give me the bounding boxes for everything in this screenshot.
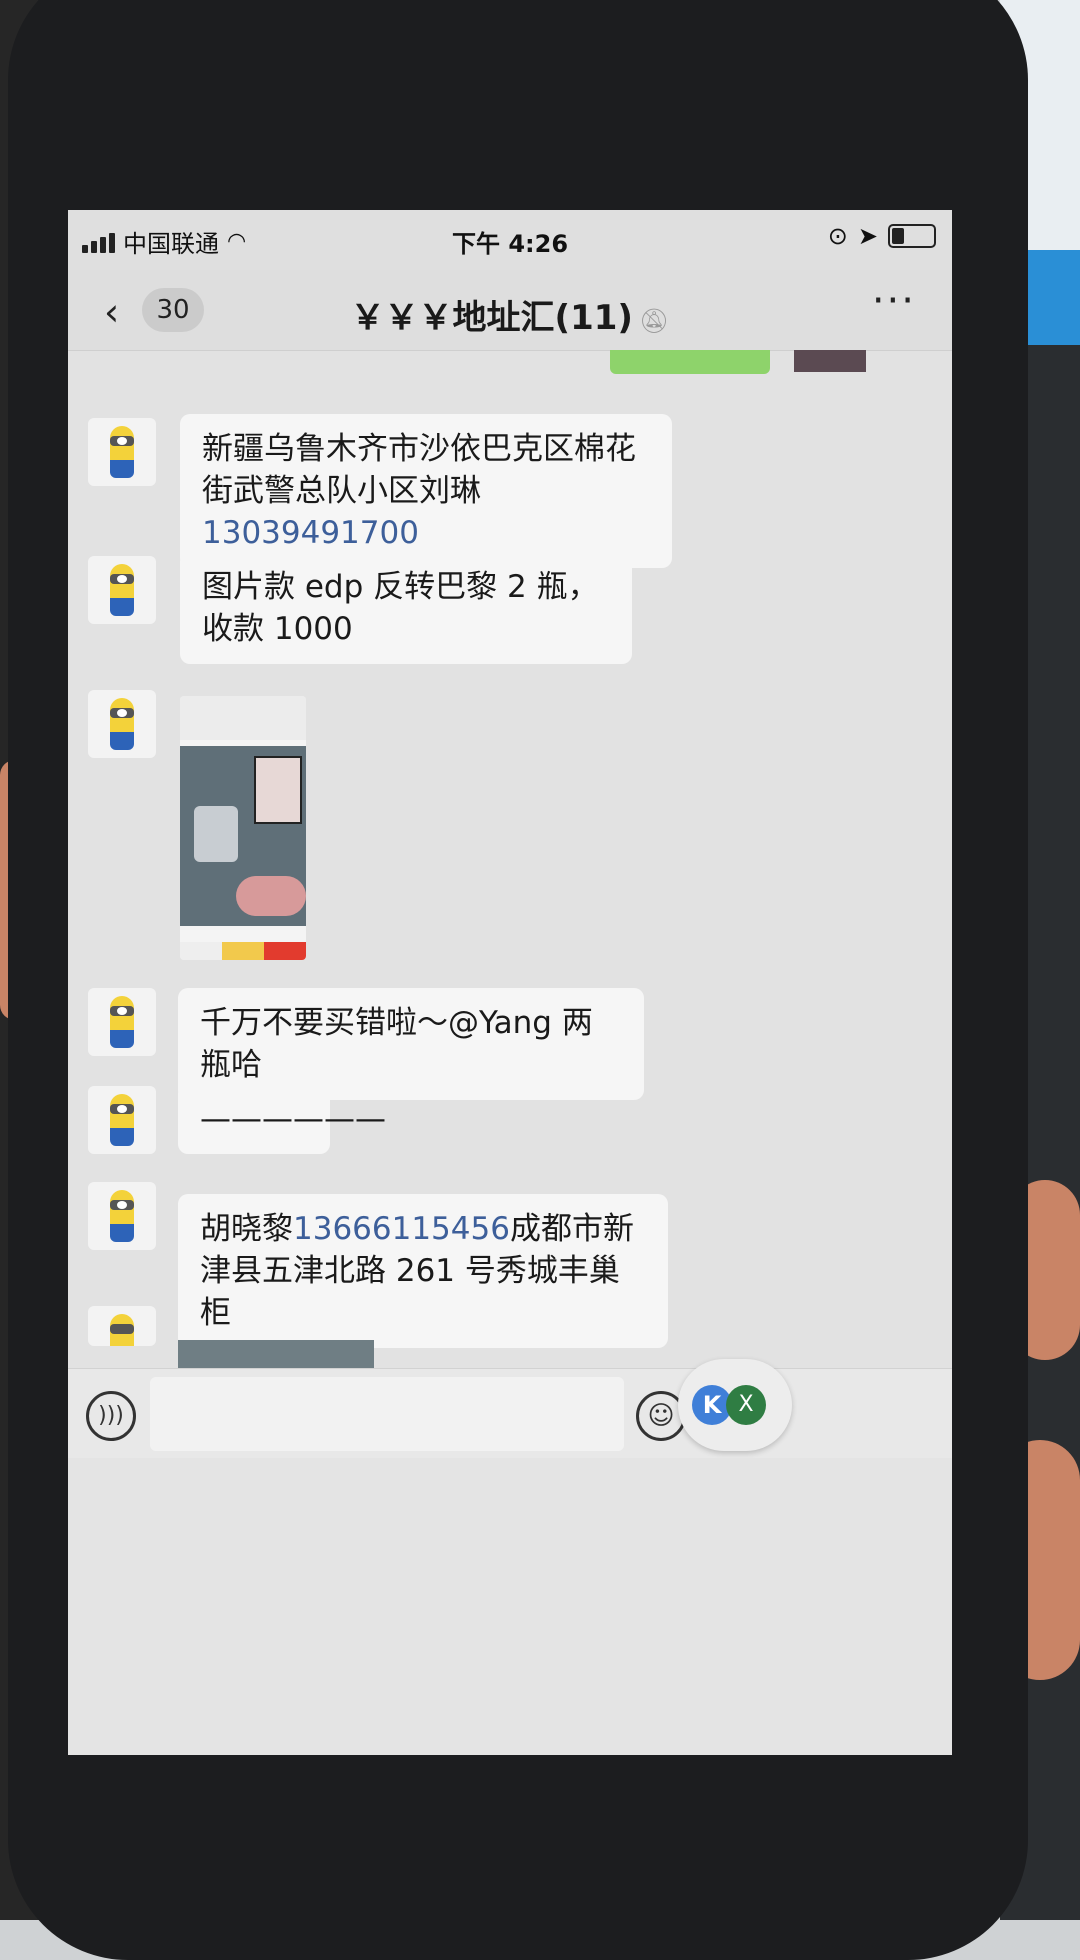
avatar-partial[interactable] [794,350,866,372]
floating-widget[interactable]: K X [678,1359,792,1451]
image-buy-bar [180,942,306,960]
chat-header: ‹ 30 ￥￥￥地址汇(11) 🔕︎ ··· [68,270,952,351]
battery-icon [888,224,936,248]
avatar[interactable] [88,418,156,486]
bell-slash-icon: 🔕︎ [638,307,670,335]
bar-red [264,942,306,960]
message-input[interactable] [150,1377,624,1451]
minion-pants [110,732,134,750]
phone-screen: 中国联通 ◠ 下午 4:26 ⊙ ➤ ‹ 30 ￥￥￥地址汇(11) 🔕︎ ···… [68,210,952,1755]
minion-pants [110,598,134,616]
input-bar: ))) ☺ K X [68,1359,952,1459]
message-bubble[interactable]: 图片款 edp 反转巴黎 2 瓶，收款 1000 [180,552,632,664]
minion-eye [117,1201,127,1209]
phone-link[interactable]: 13039491700 [202,515,419,551]
chat-title-text: ￥￥￥地址汇(11) [350,298,633,338]
minion-pants [110,1030,134,1048]
voice-icon[interactable]: ))) [86,1391,136,1441]
perfume-bottle [194,806,238,862]
rotation-lock-icon: ⊙ [827,222,848,250]
status-bar: 中国联通 ◠ 下午 4:26 ⊙ ➤ [68,210,952,270]
chat-title: ￥￥￥地址汇(11) 🔕︎ [68,290,952,339]
message-prefix: 胡晓黎 [200,1211,293,1247]
message-text: —————— [200,1101,386,1137]
location-icon: ➤ [857,222,878,250]
minion-pants [110,460,134,478]
image-app-header [180,696,306,740]
minion-pants [110,1128,134,1146]
minion-eye [117,709,127,717]
minion-eye [117,1007,127,1015]
keyboard-area [68,1458,952,1755]
image-message[interactable] [180,696,306,960]
message-text: 千万不要买错啦～@Yang 两瓶哈 [200,1005,593,1083]
avatar[interactable] [88,1086,156,1154]
minion-pants [110,1224,134,1242]
bar-yellow [222,942,264,960]
phone-link[interactable]: 13666115456 [293,1211,510,1247]
avatar[interactable] [88,988,156,1056]
bar-cart [180,942,222,960]
message-bubble[interactable]: 胡晓黎13666115456成都市新津县五津北路 261 号秀城丰巢柜 [178,1194,668,1348]
more-options-icon[interactable]: ··· [872,278,916,324]
minion-eye [117,1105,127,1113]
status-time: 下午 4:26 [451,230,569,258]
avatar[interactable] [88,690,156,758]
battery-fill [892,228,904,244]
minion-eye [117,575,127,583]
avatar[interactable] [88,1182,156,1250]
message-bubble[interactable]: 新疆乌鲁木齐市沙依巴克区棉花街武警总队小区刘琳 13039491700 [180,414,672,568]
message-text: 图片款 edp 反转巴黎 2 瓶，收款 1000 [202,569,599,647]
minion-eye [117,437,127,445]
message-bubble[interactable]: —————— [178,1084,386,1154]
close-icon[interactable]: X [726,1385,766,1425]
flowers [236,876,306,916]
avatar[interactable] [88,1306,156,1346]
avatar[interactable] [88,556,156,624]
minion-goggle [110,1324,134,1334]
message-text: 新疆乌鲁木齐市沙依巴克区棉花街武警总队小区刘琳 [202,431,636,509]
perfume-box [254,756,302,824]
sent-bubble-partial[interactable] [610,350,770,374]
